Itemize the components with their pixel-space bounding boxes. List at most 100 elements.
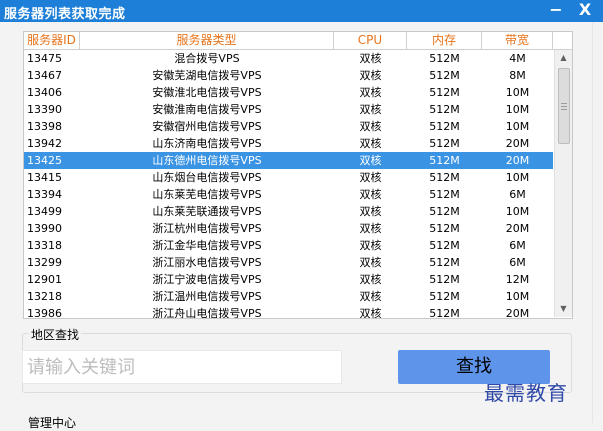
scroll-down-arrow-icon[interactable]: ▼ <box>555 301 572 317</box>
cell-cpu: 双核 <box>359 137 382 150</box>
cell-cpu: 双核 <box>359 103 382 116</box>
cell-cpu: 双核 <box>359 256 382 269</box>
cell-type: 浙江杭州电信拨号VPS <box>152 222 262 235</box>
cell-bandwidth: 20M <box>505 307 530 319</box>
table-row[interactable]: 13398 安徽宿州电信拨号VPS 双核 512M 10M <box>24 118 553 135</box>
cell-cpu: 双核 <box>359 273 382 286</box>
cell-id: 13406 <box>27 86 62 99</box>
cell-id: 12901 <box>27 273 62 286</box>
cell-bandwidth: 6M <box>509 188 526 201</box>
cell-type: 浙江金华电信拨号VPS <box>152 239 262 252</box>
table-row[interactable]: 13299 浙江丽水电信拨号VPS 双核 512M 6M <box>24 254 553 271</box>
table-body: 13475 混合拨号VPS 双核 512M 4M 13467 安徽芜湖电信拨号VPS 双核 51… <box>24 50 553 319</box>
cell-cpu: 双核 <box>359 222 382 235</box>
table-row[interactable]: 13415 山东烟台电信拨号VPS 双核 512M 10M <box>24 169 553 186</box>
table-row[interactable]: 13475 混合拨号VPS 双核 512M 4M <box>24 50 553 67</box>
scroll-thumb[interactable] <box>558 68 570 144</box>
server-list-table[interactable]: 服务器ID 服务器类型 CPU 内存 带宽 13475 混合拨号VPS 双核 512M… <box>23 31 573 319</box>
cell-cpu: 双核 <box>359 307 382 319</box>
table-row[interactable]: 13986 浙江舟山电信拨号VPS 双核 512M 20M <box>24 305 553 319</box>
cell-id: 13467 <box>27 69 62 82</box>
window-right-border <box>592 22 603 423</box>
cell-cpu: 双核 <box>359 290 382 303</box>
cell-memory: 512M <box>429 154 460 167</box>
table-row[interactable]: 13467 安徽芜湖电信拨号VPS 双核 512M 8M <box>24 67 553 84</box>
cell-memory: 512M <box>429 52 460 65</box>
title-bar: 服务器列表获取完成 − X <box>0 0 603 22</box>
cell-id: 13390 <box>27 103 62 116</box>
window-title: 服务器列表获取完成 <box>4 7 126 22</box>
cell-id: 13425 <box>27 154 62 167</box>
cell-type: 浙江宁波电信拨号VPS <box>152 273 262 286</box>
cell-memory: 512M <box>429 103 460 116</box>
cell-id: 13318 <box>27 239 62 252</box>
grip-icon <box>561 103 567 110</box>
cell-memory: 512M <box>429 290 460 303</box>
table-row[interactable]: 12901 浙江宁波电信拨号VPS 双核 512M 12M <box>24 271 553 288</box>
cell-memory: 512M <box>429 86 460 99</box>
table-row[interactable]: 13990 浙江杭州电信拨号VPS 双核 512M 20M <box>24 220 553 237</box>
cell-bandwidth: 4M <box>509 52 526 65</box>
close-button[interactable]: X <box>574 0 596 22</box>
cell-type: 山东烟台电信拨号VPS <box>152 171 262 184</box>
cell-id: 13394 <box>27 188 62 201</box>
cell-cpu: 双核 <box>359 205 382 218</box>
column-header-filler <box>553 32 572 49</box>
cell-type: 安徽淮北电信拨号VPS <box>152 86 262 99</box>
cell-id: 13218 <box>27 290 62 303</box>
cell-type: 浙江舟山电信拨号VPS <box>152 307 262 319</box>
cell-bandwidth: 10M <box>505 86 530 99</box>
cell-bandwidth: 10M <box>505 205 530 218</box>
cell-id: 13415 <box>27 171 62 184</box>
table-row[interactable]: 13218 浙江温州电信拨号VPS 双核 512M 10M <box>24 288 553 305</box>
minimize-button[interactable]: − <box>545 0 567 22</box>
vertical-scrollbar[interactable]: ▲ ▼ <box>554 50 572 317</box>
scroll-up-arrow-icon[interactable]: ▲ <box>555 50 572 66</box>
keyword-search-input[interactable]: 请输入关键词 <box>22 350 342 384</box>
cell-id: 13990 <box>27 222 62 235</box>
cell-bandwidth: 10M <box>505 171 530 184</box>
table-row[interactable]: 13318 浙江金华电信拨号VPS 双核 512M 6M <box>24 237 553 254</box>
cell-type: 山东德州电信拨号VPS <box>152 154 262 167</box>
cell-type: 山东济南电信拨号VPS <box>152 137 262 150</box>
column-header-memory[interactable]: 内存 <box>407 32 482 49</box>
cell-bandwidth: 20M <box>505 137 530 150</box>
cell-type: 安徽淮南电信拨号VPS <box>152 103 262 116</box>
cell-cpu: 双核 <box>359 52 382 65</box>
table-row[interactable]: 13942 山东济南电信拨号VPS 双核 512M 20M <box>24 135 553 152</box>
cell-bandwidth: 6M <box>509 239 526 252</box>
cell-type: 山东莱芜联通拨号VPS <box>152 205 262 218</box>
table-row[interactable]: 13406 安徽淮北电信拨号VPS 双核 512M 10M <box>24 84 553 101</box>
column-header-server-id[interactable]: 服务器ID <box>24 32 80 49</box>
cell-cpu: 双核 <box>359 239 382 252</box>
cell-memory: 512M <box>429 188 460 201</box>
cell-memory: 512M <box>429 239 460 252</box>
cell-type: 浙江丽水电信拨号VPS <box>152 256 262 269</box>
cell-bandwidth: 10M <box>505 290 530 303</box>
cell-cpu: 双核 <box>359 86 382 99</box>
cell-bandwidth: 12M <box>505 273 530 286</box>
table-row[interactable]: 13425 山东德州电信拨号VPS 双核 512M 20M <box>24 152 553 169</box>
table-row[interactable]: 13499 山东莱芜联通拨号VPS 双核 512M 10M <box>24 203 553 220</box>
cell-memory: 512M <box>429 137 460 150</box>
cell-memory: 512M <box>429 120 460 133</box>
column-header-cpu[interactable]: CPU <box>334 32 407 49</box>
cell-type: 混合拨号VPS <box>174 52 240 65</box>
table-row[interactable]: 13390 安徽淮南电信拨号VPS 双核 512M 10M <box>24 101 553 118</box>
cell-type: 安徽宿州电信拨号VPS <box>152 120 262 133</box>
cell-cpu: 双核 <box>359 188 382 201</box>
table-row[interactable]: 13394 山东莱芜电信拨号VPS 双核 512M 6M <box>24 186 553 203</box>
cell-cpu: 双核 <box>359 171 382 184</box>
column-header-bandwidth[interactable]: 带宽 <box>482 32 553 49</box>
table-header: 服务器ID 服务器类型 CPU 内存 带宽 <box>24 32 572 50</box>
cell-memory: 512M <box>429 273 460 286</box>
cell-id: 13398 <box>27 120 62 133</box>
region-search-label: 地区查找 <box>29 326 82 343</box>
cell-bandwidth: 10M <box>505 103 530 116</box>
column-header-server-type[interactable]: 服务器类型 <box>80 32 334 49</box>
cell-id: 13475 <box>27 52 62 65</box>
cell-memory: 512M <box>429 256 460 269</box>
cell-bandwidth: 8M <box>509 69 526 82</box>
cell-memory: 512M <box>429 222 460 235</box>
cell-id: 13499 <box>27 205 62 218</box>
